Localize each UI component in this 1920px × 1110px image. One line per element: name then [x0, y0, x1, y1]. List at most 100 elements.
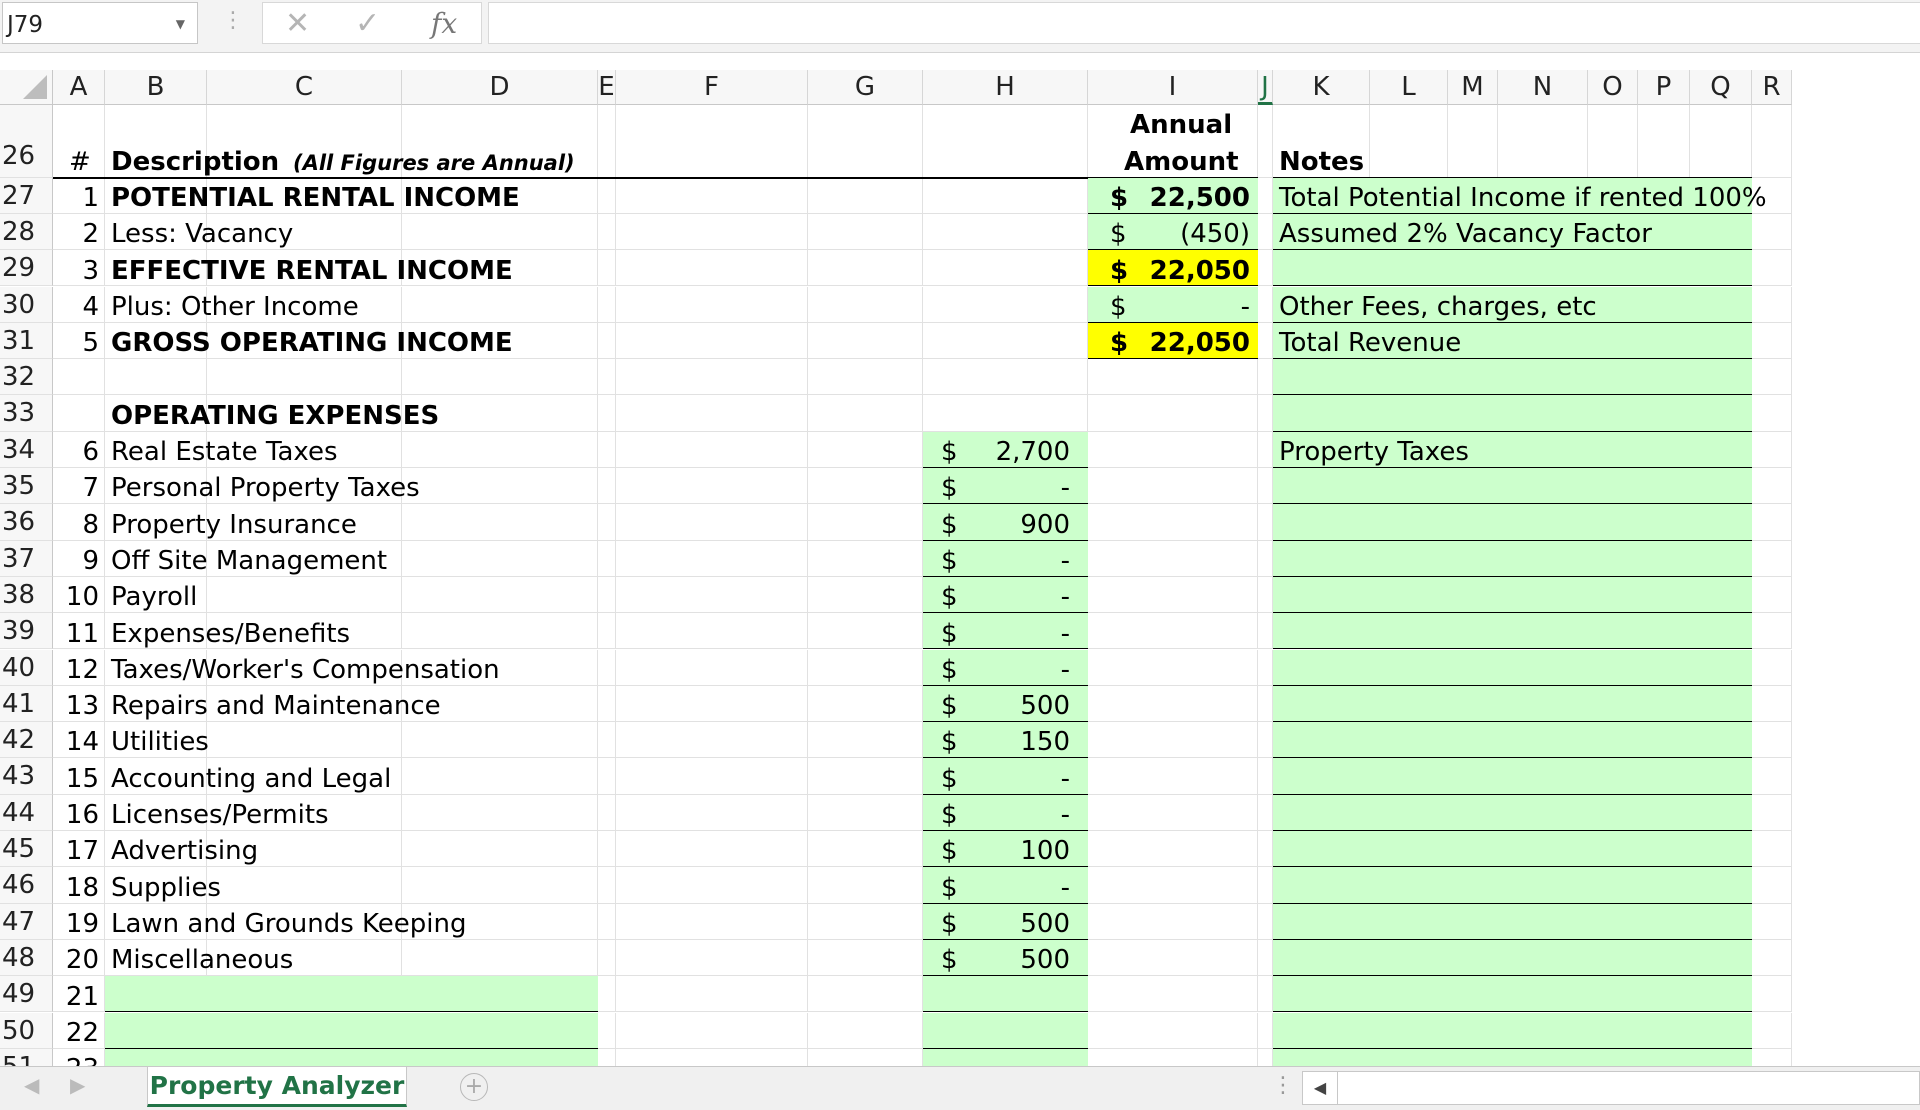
- cell[interactable]: [1752, 1048, 1792, 1066]
- cell[interactable]: [402, 613, 598, 650]
- note-cell[interactable]: [1273, 685, 1752, 723]
- cell[interactable]: [808, 359, 923, 396]
- cell[interactable]: [598, 976, 616, 1013]
- cell[interactable]: [1752, 322, 1792, 360]
- cell[interactable]: [808, 286, 923, 323]
- cell[interactable]: [1752, 1012, 1792, 1049]
- description-input-cell[interactable]: [105, 1048, 598, 1066]
- cell[interactable]: [598, 903, 616, 940]
- cell[interactable]: [616, 395, 808, 432]
- cell[interactable]: [923, 286, 1088, 323]
- cell[interactable]: [402, 722, 598, 759]
- row-header-42[interactable]: 42: [0, 722, 53, 759]
- cell[interactable]: [207, 867, 402, 904]
- cell[interactable]: [616, 250, 808, 287]
- cell[interactable]: [1752, 831, 1792, 868]
- note-cell[interactable]: [1273, 649, 1752, 686]
- cell[interactable]: [598, 540, 616, 577]
- column-header-k[interactable]: K: [1273, 70, 1370, 105]
- row-header-43[interactable]: 43: [0, 758, 53, 795]
- cell[interactable]: [1258, 649, 1273, 686]
- expense-amount-cell[interactable]: [923, 976, 1088, 1013]
- cell[interactable]: [616, 540, 808, 577]
- column-header-b[interactable]: B: [105, 70, 207, 105]
- row-header-49[interactable]: 49: [0, 976, 53, 1013]
- cell[interactable]: [1088, 613, 1258, 650]
- cell[interactable]: [1752, 468, 1792, 505]
- row-header-30[interactable]: 30: [0, 286, 53, 323]
- cell[interactable]: [1752, 359, 1792, 396]
- cell[interactable]: [1088, 758, 1258, 795]
- row-header-28[interactable]: 28: [0, 213, 53, 251]
- select-all-button[interactable]: [0, 70, 53, 105]
- scroll-left-icon[interactable]: ◀: [1302, 1071, 1338, 1105]
- cell[interactable]: [1752, 722, 1792, 759]
- cell[interactable]: [402, 758, 598, 795]
- cell[interactable]: [598, 213, 616, 251]
- cell[interactable]: [808, 576, 923, 614]
- cell[interactable]: [598, 649, 616, 686]
- note-cell[interactable]: [1273, 831, 1752, 868]
- cell[interactable]: [923, 105, 1088, 178]
- cell[interactable]: [808, 431, 923, 468]
- cell[interactable]: [1752, 903, 1792, 940]
- cell[interactable]: [616, 903, 808, 940]
- cell[interactable]: [1088, 431, 1258, 468]
- cell[interactable]: [1258, 722, 1273, 759]
- cell[interactable]: [1258, 468, 1273, 505]
- cell[interactable]: [1752, 540, 1792, 577]
- cell[interactable]: [1088, 504, 1258, 541]
- cell[interactable]: [598, 504, 616, 541]
- cell[interactable]: [1258, 903, 1273, 940]
- cell[interactable]: [808, 939, 923, 977]
- cell[interactable]: [808, 685, 923, 723]
- row-header-29[interactable]: 29: [0, 250, 53, 287]
- cell[interactable]: [1258, 540, 1273, 577]
- cell[interactable]: [923, 359, 1088, 396]
- cell[interactable]: [1258, 105, 1273, 178]
- cell[interactable]: [923, 322, 1088, 360]
- cell[interactable]: [1752, 504, 1792, 541]
- cell[interactable]: [808, 1012, 923, 1049]
- cell[interactable]: [1752, 431, 1792, 468]
- cell[interactable]: [808, 322, 923, 360]
- row-header-46[interactable]: 46: [0, 867, 53, 904]
- cell[interactable]: [402, 431, 598, 468]
- cell[interactable]: [598, 250, 616, 287]
- cell[interactable]: [923, 395, 1088, 432]
- column-header-g[interactable]: G: [808, 70, 923, 105]
- note-cell[interactable]: [1273, 976, 1752, 1013]
- expense-amount-cell[interactable]: [923, 1048, 1088, 1066]
- cell[interactable]: [1258, 613, 1273, 650]
- cell[interactable]: [616, 649, 808, 686]
- cell[interactable]: [1498, 105, 1588, 178]
- cell[interactable]: [1752, 976, 1792, 1013]
- cell[interactable]: [616, 431, 808, 468]
- cell[interactable]: [1088, 1012, 1258, 1049]
- column-header-n[interactable]: N: [1498, 70, 1588, 105]
- cell[interactable]: [1258, 939, 1273, 977]
- cell[interactable]: [402, 939, 598, 977]
- cell[interactable]: [1088, 722, 1258, 759]
- note-cell[interactable]: [1273, 939, 1752, 977]
- cell[interactable]: [1752, 105, 1792, 178]
- cell[interactable]: [808, 540, 923, 577]
- row-header-35[interactable]: 35: [0, 468, 53, 505]
- column-header-p[interactable]: P: [1638, 70, 1690, 105]
- cell[interactable]: [402, 576, 598, 614]
- cell[interactable]: [1088, 903, 1258, 940]
- cell[interactable]: [1258, 213, 1273, 251]
- cell[interactable]: [808, 722, 923, 759]
- cell[interactable]: [105, 359, 207, 396]
- note-cell[interactable]: [1273, 722, 1752, 759]
- note-cell[interactable]: [1273, 359, 1752, 396]
- column-header-d[interactable]: D: [402, 70, 598, 105]
- cell[interactable]: [1752, 576, 1792, 614]
- cell[interactable]: [598, 613, 616, 650]
- cell[interactable]: [616, 504, 808, 541]
- cell[interactable]: [1258, 867, 1273, 904]
- column-header-o[interactable]: O: [1588, 70, 1638, 105]
- row-header-38[interactable]: 38: [0, 576, 53, 614]
- cell[interactable]: [1088, 794, 1258, 831]
- note-cell[interactable]: [1273, 867, 1752, 904]
